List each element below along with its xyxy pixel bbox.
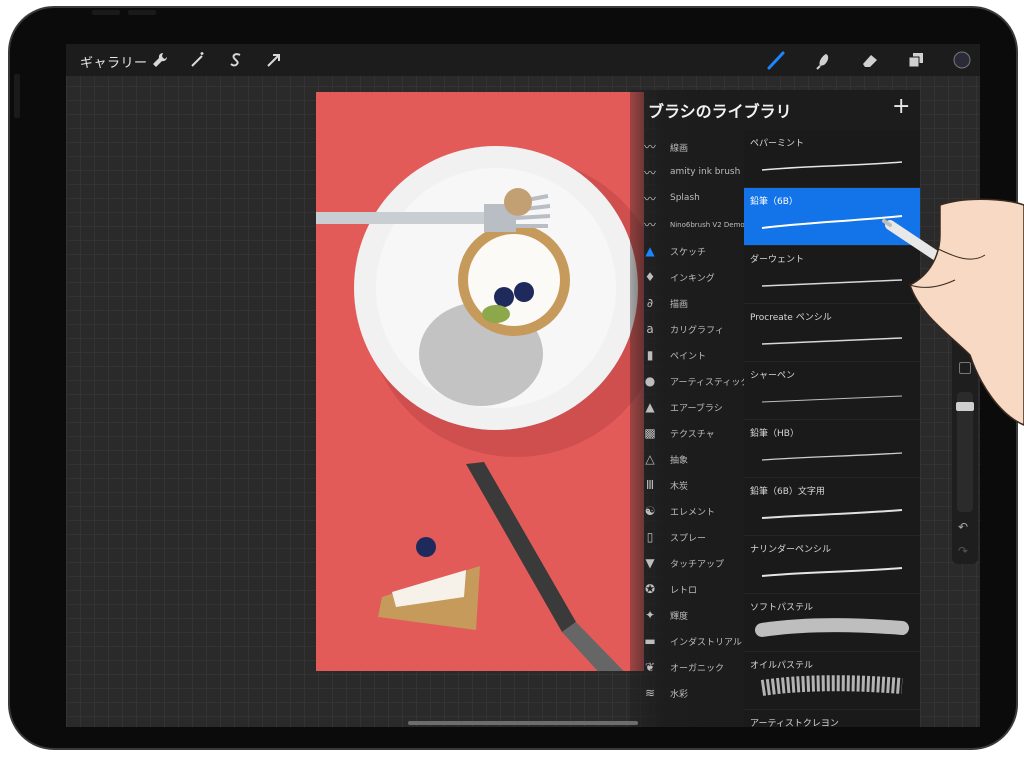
top-toolbar: ギャラリー (66, 44, 980, 76)
swirl-icon: ∂ (646, 296, 654, 310)
waves-icon: ≋ (644, 686, 656, 700)
procreate-screen: ギャラリー ブラシのライブラリ + 〰 線画 〰 amity ink brush… (66, 44, 980, 727)
brush-category[interactable]: Ⅲ 木炭 (636, 473, 746, 499)
add-brush-button[interactable]: + (892, 94, 910, 119)
pencil-tip-icon: ▲ (645, 244, 655, 258)
brush-category[interactable]: ● アーティスティック (636, 369, 750, 395)
airbrush-icon: ▲ (645, 400, 655, 414)
home-indicator (408, 721, 638, 725)
transform-arrow-icon[interactable] (264, 50, 284, 70)
brush-item[interactable]: ペパーミント (744, 130, 920, 188)
brush-category[interactable]: 〰線画 (636, 135, 746, 161)
brush-category[interactable]: 〰 amity ink brush (636, 161, 746, 187)
layers-icon[interactable] (906, 50, 926, 70)
brush-category[interactable]: ▯ スプレー (636, 525, 746, 551)
sparkle-icon: ✦ (644, 608, 656, 622)
charcoal-icon: Ⅲ (645, 478, 655, 492)
spray-can-icon: ▯ (646, 530, 654, 544)
side-button (14, 74, 20, 118)
gallery-button[interactable]: ギャラリー (80, 52, 148, 71)
brush-category[interactable]: ∂ 描画 (636, 291, 746, 317)
wrench-icon[interactable] (150, 50, 170, 70)
selection-s-icon[interactable] (226, 50, 246, 70)
star-badge-icon: ✪ (644, 582, 656, 596)
brush-category[interactable]: ✦ 輝度 (636, 603, 746, 629)
brush-item[interactable]: アーティストクレヨン (744, 710, 920, 727)
brush-item[interactable]: オイルパステル (744, 652, 920, 710)
brush-category-list: 〰線画 〰 amity ink brush 〰 Splash 〰 Nino6brush… (636, 135, 751, 707)
redo-icon[interactable]: ↷ (958, 544, 968, 558)
calligraphy-icon: a (646, 322, 654, 336)
brush-category[interactable]: △ 抽象 (636, 447, 746, 473)
brush-stroke-preview (761, 567, 903, 577)
brush-category[interactable]: ♦ インキング (636, 265, 746, 291)
canvas-artwork[interactable] (316, 92, 644, 671)
ink-drop-icon: ♦ (644, 270, 656, 284)
brush-item[interactable]: ナリンダーペンシル (744, 536, 920, 594)
magic-wand-icon[interactable] (188, 50, 208, 70)
stroke-icon: 〰 (643, 166, 656, 180)
brush-stroke-preview (761, 161, 903, 171)
eraser-icon[interactable] (860, 50, 880, 70)
brush-category[interactable]: ✪ レトロ (636, 577, 746, 603)
brush-stroke-preview (761, 509, 903, 519)
color-circle-icon[interactable] (952, 50, 972, 70)
brush-category[interactable]: ≋ 水彩 (636, 681, 746, 707)
brush-category[interactable]: ▲ エアーブラシ (636, 395, 746, 421)
brush-category[interactable]: ☯ エレメント (636, 499, 746, 525)
stroke-icon: 〰 (643, 140, 656, 154)
ipad-frame: ギャラリー ブラシのライブラリ + 〰 線画 〰 amity ink brush… (8, 6, 1018, 750)
brush-category[interactable]: 〰 Splash (636, 187, 746, 213)
artwork-image (316, 92, 644, 671)
volume-button (128, 10, 156, 15)
brush-stroke-preview (761, 452, 903, 461)
brush-category[interactable]: a カリグラフィ (636, 317, 746, 343)
leaf-icon: ❦ (644, 660, 656, 674)
brush-category[interactable]: ▲ スケッチ (636, 239, 746, 265)
brush-category[interactable]: ▩ テクスチャ (636, 421, 746, 447)
brush-item[interactable]: ソフトパステル (744, 594, 920, 652)
brush-category[interactable]: 〰 Nino6brush V2 Demo... (636, 213, 751, 239)
brush-category[interactable]: ▼ タッチアップ (636, 551, 746, 577)
brush-stroke-preview (755, 618, 909, 637)
anvil-icon: ▬ (644, 634, 656, 648)
yin-yang-icon: ☯ (644, 504, 656, 518)
brush-icon[interactable] (766, 50, 786, 70)
triangle-icon: △ (645, 452, 655, 466)
paint-brush-icon: ▮ (646, 348, 654, 362)
hand-with-pencil-illustration (882, 198, 1024, 426)
brush-library-title: ブラシのライブラリ (648, 102, 792, 121)
volume-button (92, 10, 120, 15)
smudge-icon[interactable] (814, 50, 834, 70)
brush-stroke-preview (760, 675, 903, 696)
palette-icon: ● (644, 374, 656, 388)
brush-item[interactable]: 鉛筆（6B）文字用 (744, 478, 920, 536)
texture-icon: ▩ (644, 426, 656, 440)
touchup-icon: ▼ (645, 556, 655, 570)
undo-icon[interactable]: ↶ (958, 520, 968, 534)
stroke-icon: 〰 (643, 192, 656, 206)
brush-category[interactable]: ▮ ペイント (636, 343, 746, 369)
brush-category[interactable]: ❦ オーガニック (636, 655, 746, 681)
stroke-icon: 〰 (643, 218, 656, 232)
brush-category[interactable]: ▬ インダストリアル (636, 629, 746, 655)
